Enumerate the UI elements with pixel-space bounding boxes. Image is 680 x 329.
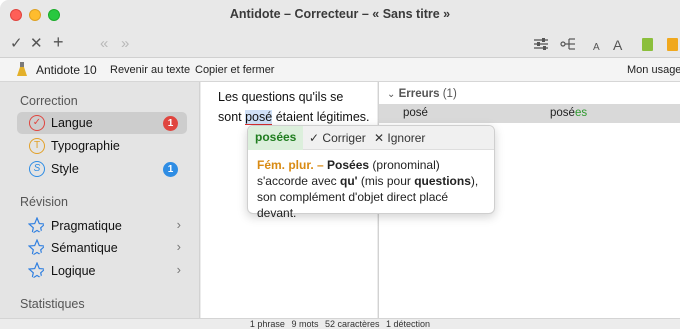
- antidote-flask-icon: [17, 62, 27, 76]
- add-icon[interactable]: +: [53, 33, 64, 51]
- popover-explanation: Fém. plur. – Posées (pronominal) s'accor…: [257, 157, 489, 221]
- correction-popover: posées ✓ Corriger ✕ Ignorer Fém. plur. –…: [247, 125, 495, 220]
- sidebar-item-typographie[interactable]: T Typographie: [17, 135, 187, 157]
- error-correction: posées: [550, 107, 587, 119]
- sidebar-item-label: Logique: [51, 264, 96, 278]
- chevron-down-icon: ⌄: [387, 89, 396, 100]
- sidebar-item-style[interactable]: S Style 1: [17, 158, 187, 180]
- errors-header[interactable]: ⌄ Erreurs (1): [387, 88, 457, 100]
- close-icon[interactable]: ✕: [30, 36, 43, 52]
- error-row[interactable]: posé posées: [379, 104, 680, 123]
- star-icon: [28, 217, 44, 233]
- revision-section-title: Révision: [20, 195, 68, 209]
- sidebar-item-label: Langue: [51, 116, 93, 130]
- chevron-right-icon: ›: [176, 262, 181, 277]
- check-icon[interactable]: ✓: [10, 36, 23, 52]
- settings-sliders-icon[interactable]: [534, 38, 548, 50]
- chevron-right-icon: ›: [176, 239, 181, 254]
- checkmark-icon: ✓: [309, 131, 320, 145]
- editor-line-2-start: sont: [218, 110, 246, 124]
- statistics-section-title[interactable]: Statistiques: [20, 297, 85, 311]
- sidebar-item-label: Style: [51, 162, 79, 176]
- explanation-text-2: (mis pour: [357, 174, 415, 188]
- editor-line-2-end: étaient légitimes.: [272, 110, 370, 124]
- window-title: Antidote – Correcteur – « Sans titre »: [229, 7, 451, 21]
- correction-ending: es: [574, 107, 588, 119]
- count-badge: 1: [163, 116, 178, 131]
- sidebar-item-semantique[interactable]: Sémantique ›: [17, 237, 187, 259]
- ignore-button[interactable]: ✕ Ignorer: [374, 131, 425, 145]
- x-icon: ✕: [374, 131, 385, 145]
- star-icon: [28, 262, 44, 278]
- my-usage-menu[interactable]: Mon usage: [627, 64, 680, 76]
- font-smaller-icon[interactable]: A: [593, 40, 600, 56]
- style-icon: S: [29, 161, 45, 177]
- count-badge: 1: [163, 162, 178, 177]
- sidebar: Correction ✓ Langue 1 T Typographie S St…: [0, 82, 200, 318]
- orange-book-icon[interactable]: [667, 38, 678, 51]
- next-icon[interactable]: »: [121, 36, 129, 52]
- detection-count: 1 détection: [386, 319, 431, 329]
- back-to-text-button[interactable]: Revenir au texte: [110, 64, 190, 76]
- highlighted-error-word[interactable]: posé: [245, 110, 273, 125]
- secondary-toolbar: Antidote 10 Revenir au texte Copier et f…: [0, 58, 680, 82]
- correction-stem: posé: [550, 107, 575, 119]
- qu-word: qu': [340, 174, 358, 188]
- sidebar-item-pragmatique[interactable]: Pragmatique ›: [17, 215, 187, 237]
- editor-line-1: Les questions qu'ils se: [218, 90, 344, 104]
- status-bar: 1 phrase 9 mots 52 caractères 1 détectio…: [0, 318, 680, 329]
- star-icon: [28, 239, 44, 255]
- popover-actions: posées ✓ Corriger ✕ Ignorer: [248, 126, 494, 150]
- title-bar: Antidote – Correcteur – « Sans titre » ✓…: [0, 0, 680, 58]
- errors-count: (1): [442, 88, 457, 100]
- editor-text[interactable]: Les questions qu'ils se sont posé étaien…: [218, 87, 378, 127]
- errors-header-label: Erreurs: [398, 88, 440, 100]
- sidebar-item-label: Typographie: [51, 139, 120, 153]
- typography-icon: T: [29, 138, 45, 154]
- green-book-icon[interactable]: [642, 38, 653, 51]
- sidebar-item-label: Pragmatique: [51, 219, 122, 233]
- tree-structure-icon[interactable]: [560, 37, 576, 51]
- previous-icon[interactable]: «: [100, 36, 108, 52]
- sidebar-item-langue[interactable]: ✓ Langue 1: [17, 112, 187, 134]
- app-name: Antidote 10: [36, 63, 97, 77]
- font-larger-icon[interactable]: A: [613, 37, 622, 53]
- strong-word: Posées: [327, 158, 370, 172]
- char-count: 52 caractères: [324, 319, 380, 329]
- rule-label: Fém. plur. –: [257, 158, 324, 172]
- suggestion-word[interactable]: posées: [248, 126, 304, 150]
- questions-word: questions: [414, 174, 471, 188]
- phrase-count: 1 phrase: [249, 319, 285, 329]
- chevron-right-icon: ›: [176, 217, 181, 232]
- error-original: posé: [403, 107, 428, 119]
- word-count: 9 mots: [291, 319, 319, 329]
- sidebar-item-label: Sémantique: [51, 241, 118, 255]
- sidebar-item-logique[interactable]: Logique ›: [17, 260, 187, 282]
- check-circle-icon: ✓: [29, 115, 45, 131]
- correct-button[interactable]: ✓ Corriger: [309, 131, 366, 145]
- correction-section-title: Correction: [20, 94, 78, 108]
- correct-label: Corriger: [322, 131, 366, 145]
- ignore-label: Ignorer: [387, 131, 426, 145]
- antidote-window: Antidote – Correcteur – « Sans titre » ✓…: [0, 0, 680, 329]
- copy-and-close-button[interactable]: Copier et fermer: [195, 64, 274, 76]
